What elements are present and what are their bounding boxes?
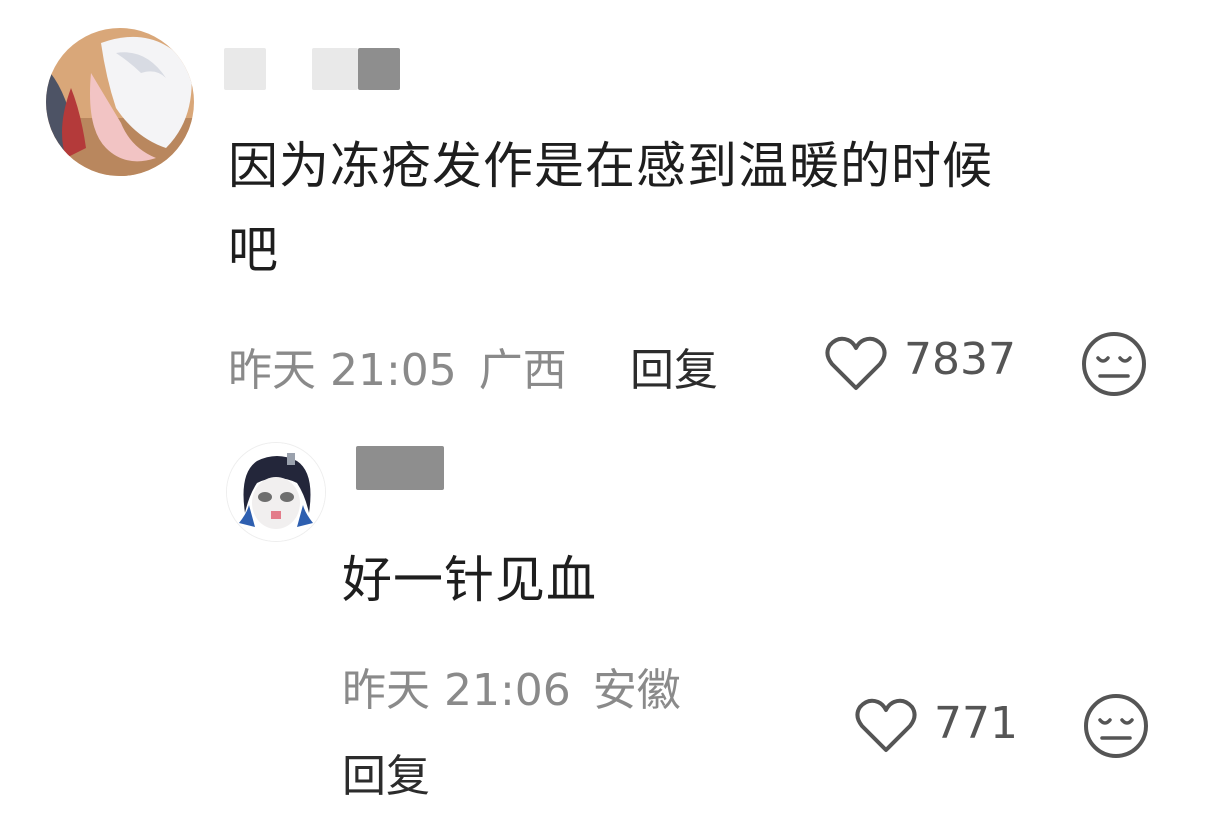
comment-text: 因为冻疮发作是在感到温暖的时候 吧 <box>228 124 1188 292</box>
commenter-avatar[interactable] <box>46 28 194 176</box>
meh-face-icon[interactable] <box>1082 692 1150 760</box>
comment-meta: 昨天 21:05 广西 <box>228 334 567 398</box>
commenter-name-redacted <box>312 48 358 90</box>
replier-avatar[interactable] <box>226 442 326 542</box>
reply-meta: 昨天 21:06 安徽 <box>342 654 681 718</box>
like-count: 771 <box>934 698 1018 749</box>
comment-text-line: 因为冻疮发作是在感到温暖的时候 <box>228 137 993 195</box>
reply-time: 昨天 21:06 <box>342 665 571 716</box>
reply-button[interactable]: 回复 <box>342 740 430 804</box>
reply-location: 安徽 <box>592 665 681 716</box>
heart-outline-icon[interactable] <box>854 696 918 756</box>
reply-button[interactable]: 回复 <box>630 334 718 398</box>
comment-text-line: 吧 <box>228 221 279 279</box>
meh-face-icon[interactable] <box>1080 330 1148 398</box>
heart-outline-icon[interactable] <box>824 334 888 394</box>
comment-location: 广西 <box>478 345 567 396</box>
replier-name-redacted <box>356 446 444 490</box>
commenter-name-redacted <box>224 48 266 90</box>
comment-time: 昨天 21:05 <box>228 345 457 396</box>
reply-text: 好一针见血 <box>342 551 597 609</box>
like-count: 7837 <box>904 334 1016 385</box>
commenter-name-redacted <box>358 48 400 90</box>
